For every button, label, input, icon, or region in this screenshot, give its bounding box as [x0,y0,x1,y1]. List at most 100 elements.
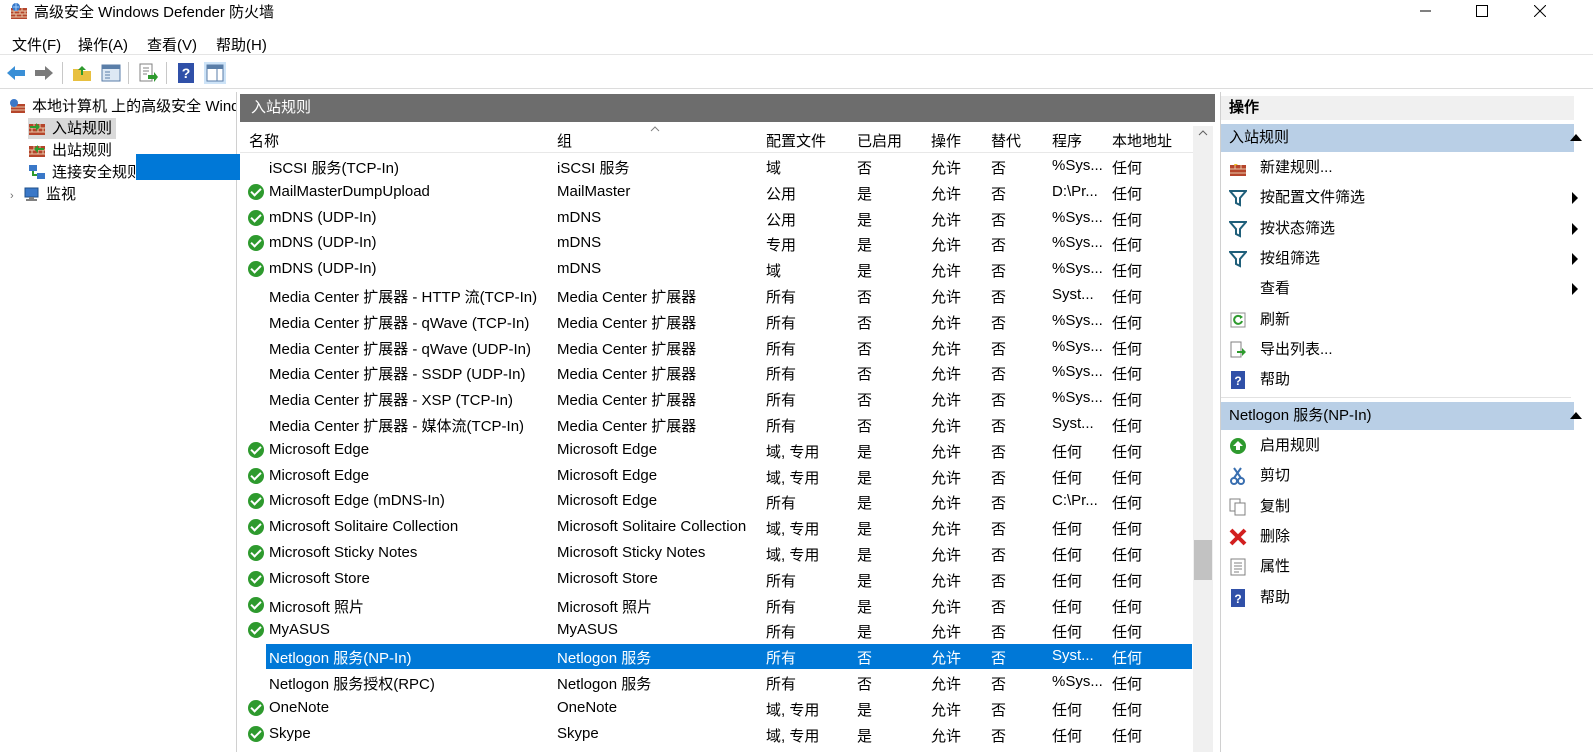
show-action-pane-icon[interactable] [204,62,226,84]
table-row[interactable]: mDNS (UDP-In) mDNS 域 是 允许 否 %Sys... 任何 [240,257,1192,282]
maximize-button[interactable] [1454,0,1510,22]
table-row[interactable]: Skype Skype 域, 专用 是 允许 否 任何 任何 [240,722,1192,747]
table-row[interactable]: mDNS (UDP-In) mDNS 专用 是 允许 否 %Sys... 任何 [240,231,1192,256]
column-header-name[interactable]: 名称 [249,130,279,151]
table-row[interactable]: Media Center 扩展器 - SSDP (UDP-In) Media Ce… [240,360,1192,385]
action-item[interactable]: 查看 [1221,275,1578,303]
table-row[interactable]: Netlogon 服务(NP-In) Netlogon 服务 所有 否 允许 否 Syst.… [240,644,1192,670]
action-item[interactable]: 复制 [1221,493,1566,521]
column-header-override[interactable]: 替代 [991,130,1021,151]
table-row[interactable]: Microsoft Edge Microsoft Edge 域, 专用 是 允许 否 任何 任… [240,438,1192,463]
action-item[interactable]: 新建规则... [1221,154,1566,182]
action-label: 按配置文件筛选 [1260,189,1366,207]
help-icon[interactable]: ? [175,62,197,84]
column-header-program[interactable]: 程序 [1052,130,1082,151]
menu-file[interactable]: 文件(F) [12,34,61,55]
table-row[interactable]: Microsoft Sticky Notes Microsoft Sticky N… [240,541,1192,566]
table-row[interactable]: MailMasterDumpUpload MailMaster 公用 是 允许 否 D:\P… [240,180,1192,205]
cell-override: 否 [991,521,1007,539]
table-row[interactable]: Microsoft Edge (mDNS-In) Microsoft Edge 所有… [240,489,1192,514]
forward-icon[interactable] [33,62,55,84]
cell-local: 任何 [1112,185,1143,203]
collapse-icon[interactable] [1570,412,1582,419]
action-label: 删除 [1260,527,1291,545]
cell-action: 允许 [931,650,962,668]
submenu-arrow-icon [1572,283,1578,296]
cell-name: Microsoft Sticky Notes [269,544,418,561]
action-item[interactable]: 属性 [1221,553,1566,581]
rules-table: iSCSI 服务(TCP-In) iSCSI 服务域否允许否 %Sys... 任何 Ma… [240,152,1192,752]
action-item[interactable]: 刷新 [1221,306,1566,334]
table-row[interactable]: Media Center 扩展器 - qWave (TCP-In) Media C… [240,309,1192,334]
cell-name: mDNS (UDP-In) [269,234,377,252]
scroll-up-icon[interactable] [1198,130,1208,136]
action-item[interactable]: ? 帮助 [1221,584,1566,612]
action-item[interactable]: 删除 [1221,523,1566,551]
action-item[interactable]: 导出列表... [1221,336,1566,364]
actions-divider [1221,397,1571,398]
highlight-overlay [136,154,242,180]
table-row[interactable]: Media Center 扩展器 - 媒体流(TCP-In) Media Cent… [240,412,1192,437]
table-row[interactable]: Microsoft Edge Microsoft Edge 域, 专用 是 允许 否 任何 任… [240,464,1192,489]
table-row[interactable]: Microsoft Solitaire Collection Microsoft … [240,515,1192,540]
menu-action[interactable]: 操作(A) [78,34,128,55]
menu-view[interactable]: 查看(V) [147,34,197,55]
column-header-profile[interactable]: 配置文件 [766,130,826,151]
copy-icon [1229,498,1247,516]
toolbar: ? [0,56,1593,89]
cell-group: MailMaster [557,182,631,200]
action-item[interactable]: ? 帮助 [1221,366,1566,394]
action-item[interactable]: 按状态筛选 [1221,215,1578,243]
table-row[interactable]: Media Center 扩展器 - XSP (TCP-In) Media Cen… [240,386,1192,411]
action-item[interactable]: 按组筛选 [1221,245,1578,273]
table-row[interactable]: iSCSI 服务(TCP-In) iSCSI 服务 域 否 允许 否 %Sys... 任何 [240,154,1192,179]
action-item[interactable]: 启用规则 [1221,432,1566,460]
column-headers: 名称 组 配置文件 已启用 操作 替代 程序 本地地址 [240,126,1195,153]
export-list-icon[interactable] [137,62,159,84]
back-icon[interactable] [5,62,27,84]
cell-group: Skype [557,724,599,742]
table-row[interactable]: OneNote OneNote 域, 专用 是 允许 否 任何 任何 [240,696,1192,721]
row-gutter [240,644,266,670]
actions-section-selected-rule[interactable]: Netlogon 服务(NP-In) [1221,402,1582,430]
table-row[interactable]: MyASUS MyASUS 所有 是 允许 否 任何 任何 [240,618,1192,643]
show-hide-tree-icon[interactable] [100,62,122,84]
collapse-icon[interactable] [1570,134,1582,141]
vertical-scrollbar[interactable] [1193,126,1213,752]
tree-item-monitoring[interactable]: › 监视 [10,184,76,205]
expand-chevron-icon[interactable]: › [10,186,22,207]
action-label: 剪切 [1260,467,1291,485]
cell-action: 允许 [931,443,962,461]
tree-item-inbound-rules[interactable]: 入站规则 [28,118,117,139]
table-row[interactable]: Netlogon 服务授权(RPC) Netlogon 服务 所有 否 允许 否 %Sys.… [240,670,1192,695]
minimize-button[interactable] [1398,0,1454,22]
action-item[interactable]: 剪切 [1221,462,1566,490]
cell-group: Microsoft Store [557,569,658,587]
tree-root[interactable]: 本地计算机 上的高级安全 Windows Defender 防火墙 [8,96,236,117]
enabled-check-icon [248,622,264,639]
table-row[interactable]: Microsoft 照片 Microsoft 照片 所有 是 允许 否 任何 任何 [240,593,1192,618]
cell-program: %Sys... [1052,363,1103,381]
action-item[interactable]: 按配置文件筛选 [1221,184,1578,212]
enabled-check-icon [248,235,264,252]
column-header-action[interactable]: 操作 [931,130,961,151]
menu-help[interactable]: 帮助(H) [216,34,267,55]
cell-local: 任何 [1112,418,1143,435]
table-row[interactable]: Microsoft Store Microsoft Store 所有 是 允许 否 任何 任何 [240,567,1192,592]
tree-item-connection-security-rules[interactable]: 连接安全规则 [28,162,142,183]
up-folder-icon[interactable] [71,62,93,84]
close-button[interactable] [1512,0,1568,22]
column-header-enabled[interactable]: 已启用 [857,130,902,151]
scrollbar-thumb[interactable] [1194,540,1212,580]
tree-item-outbound-rules[interactable]: 出站规则 [28,140,112,161]
table-row[interactable]: Media Center 扩展器 - HTTP 流(TCP-In) Media C… [240,283,1192,308]
table-row[interactable]: Media Center 扩展器 - qWave (UDP-In) Media C… [240,335,1192,360]
actions-section-inbound[interactable]: 入站规则 [1221,124,1582,152]
column-header-group[interactable]: 组 [557,130,572,151]
column-header-local-address[interactable]: 本地地址 [1112,130,1172,151]
tree-root-label: 本地计算机 上的高级安全 Windows Defender 防火墙 [32,98,236,115]
cell-override: 否 [991,469,1007,487]
cell-enabled: 是 [857,443,873,461]
cell-local: 任何 [1112,676,1143,693]
table-row[interactable]: mDNS (UDP-In) mDNS 公用 是 允许 否 %Sys... 任何 [240,206,1192,231]
